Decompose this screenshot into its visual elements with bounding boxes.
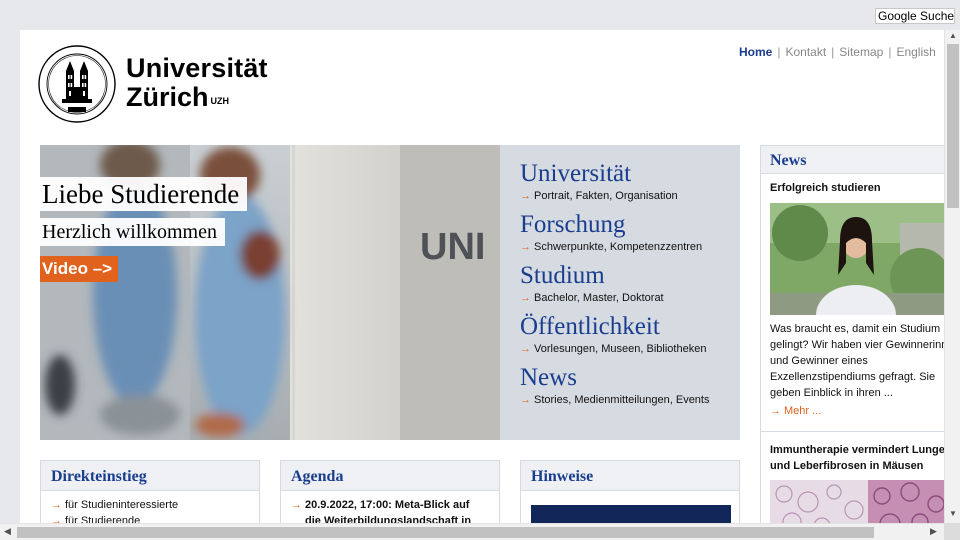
hero-wall-text: UNI — [420, 226, 485, 268]
agenda-line-text: 20.9.2022, 17:00: Meta-Blick auf — [305, 499, 470, 511]
topnav-separator: | — [777, 45, 781, 59]
topnav-separator: | — [831, 45, 835, 59]
category-subtitle-text: Bachelor, Master, Doktorat — [534, 292, 664, 304]
news-teaser-line: und Gewinner eines — [770, 355, 868, 367]
news-heading[interactable]: News — [761, 146, 944, 174]
category-subtitle-text: Portrait, Fakten, Organisation — [534, 190, 678, 202]
agenda-line: → 20.9.2022, 17:00: Meta-Blick auf — [291, 497, 499, 513]
direkteinstieg-item[interactable]: → für Studieninteressierte — [51, 497, 259, 513]
news-title-line: Immuntherapie vermindert Lungen- — [770, 444, 944, 456]
direkteinstieg-item-text: für Studierende — [65, 515, 141, 523]
news-item-title[interactable]: Immuntherapie vermindert Lungen- und Leb… — [761, 431, 944, 474]
news-more-text: Mehr ... — [784, 405, 822, 417]
arrow-right-icon: → — [291, 499, 302, 511]
google-search-input[interactable]: Google Suche — [875, 8, 955, 24]
direkteinstieg-box: Direkteinstieg → für Studieninteressierte… — [40, 460, 260, 523]
category-studium[interactable]: Studium → Bachelor, Master, Doktorat — [520, 262, 740, 305]
news-panel: News Erfolgreich studieren Was braucht e… — [760, 145, 944, 523]
agenda-entry[interactable]: → 20.9.2022, 17:00: Meta-Blick auf die We… — [281, 491, 499, 523]
scroll-up-icon[interactable]: ▲ — [949, 31, 957, 40]
category-title[interactable]: News — [520, 364, 740, 392]
category-subtitle[interactable]: → Bachelor, Master, Doktorat — [520, 291, 740, 305]
arrow-right-icon: → — [770, 405, 781, 417]
topnav-home[interactable]: Home — [739, 45, 772, 59]
logo-line-zuerich: Zürich UZH — [126, 83, 268, 112]
topnav-separator: | — [888, 45, 892, 59]
scroll-left-icon[interactable]: ◀ — [4, 526, 11, 537]
news-teaser-line: geben Einblick in ihren ... — [770, 387, 893, 399]
arrow-right-icon: → — [520, 292, 531, 304]
category-subtitle-text: Schwerpunkte, Kompetenzzentren — [534, 241, 703, 253]
news-photo — [770, 203, 944, 315]
topnav-kontakt[interactable]: Kontakt — [785, 45, 826, 59]
horizontal-scrollbar[interactable]: ◀ ▶ — [0, 523, 944, 540]
direkteinstieg-heading: Direkteinstieg — [41, 461, 259, 491]
direkteinstieg-item-text: für Studieninteressierte — [65, 499, 179, 511]
arrow-right-icon: → — [520, 343, 531, 355]
direkteinstieg-item[interactable]: → für Studierende — [51, 513, 259, 523]
microscopy-photo — [770, 480, 944, 523]
news-teaser-line: gelingt? Wir haben vier Gewinnerinnen — [770, 339, 944, 351]
university-seal-icon[interactable] — [38, 45, 116, 123]
news-title-line: und Leberfibrosen in Mäusen — [770, 460, 924, 472]
logo-line-universitaet: Universität — [126, 53, 268, 83]
arrow-right-icon: → — [51, 499, 62, 511]
agenda-heading[interactable]: Agenda — [281, 461, 499, 491]
news-item-image[interactable] — [770, 203, 944, 315]
category-title[interactable]: Forschung — [520, 211, 740, 239]
news-more-link[interactable]: → Mehr ... — [761, 401, 944, 419]
category-menu: Universität → Portrait, Fakten, Organisat… — [500, 145, 740, 440]
category-subtitle[interactable]: → Vorlesungen, Museen, Bibliotheken — [520, 342, 740, 356]
scroll-right-icon[interactable]: ▶ — [930, 526, 937, 537]
category-title[interactable]: Universität — [520, 160, 740, 188]
topnav-english[interactable]: English — [896, 45, 935, 59]
hero-subtitle: Herzlich willkommen — [40, 218, 225, 246]
hinweise-box: Hinweise — [520, 460, 740, 523]
university-wordmark[interactable]: Universität Zürich UZH — [126, 54, 268, 112]
arrow-right-icon: → — [520, 241, 531, 253]
hinweise-banner-image[interactable] — [531, 505, 731, 523]
category-forschung[interactable]: Forschung → Schwerpunkte, Kompetenzzentre… — [520, 211, 740, 254]
vertical-scroll-thumb[interactable] — [947, 44, 959, 208]
hero-banner[interactable]: UNI Liebe Studierende Herzlich willkomme… — [40, 145, 500, 440]
arrow-right-icon: → — [520, 394, 531, 406]
scrollbar-corner — [944, 523, 960, 540]
direkteinstieg-list: → für Studieninteressierte → für Studieren… — [41, 491, 259, 523]
vertical-scrollbar[interactable]: ▲ ▼ — [944, 30, 960, 523]
top-navigation: Home|Kontakt|Sitemap|English→ — [739, 45, 944, 59]
hinweise-heading: Hinweise — [521, 461, 739, 491]
category-news[interactable]: News → Stories, Medienmitteilungen, Event… — [520, 364, 740, 407]
logo-zuerich-text: Zürich — [126, 82, 209, 112]
page: Universität Zürich UZH Home | Kontakt | Sitem… — [20, 30, 944, 523]
category-subtitle[interactable]: → Schwerpunkte, Kompetenzzentren — [520, 240, 740, 254]
arrow-right-icon: → — [51, 515, 62, 523]
agenda-box: Agenda → 20.9.2022, 17:00: Meta-Blick auf… — [280, 460, 500, 523]
category-oeffentlichkeit[interactable]: Öffentlichkeit → Vorlesungen, Museen, Bib… — [520, 313, 740, 356]
news-teaser-line: Was braucht es, damit ein Studium — [770, 323, 941, 335]
scroll-down-icon[interactable]: ▼ — [949, 509, 957, 518]
category-subtitle-text: Stories, Medienmitteilungen, Events — [534, 394, 710, 406]
arrow-right-icon: → — [520, 190, 531, 202]
logo-uzh-badge: UZH — [210, 96, 230, 106]
category-subtitle-text: Vorlesungen, Museen, Bibliotheken — [534, 343, 707, 355]
news-item-teaser: Was braucht es, damit ein Studium geling… — [761, 315, 944, 401]
category-title[interactable]: Öffentlichkeit — [520, 313, 740, 341]
category-subtitle[interactable]: → Portrait, Fakten, Organisation — [520, 189, 740, 203]
agenda-line: die Weiterbildungslandschaft in — [305, 515, 472, 523]
category-subtitle[interactable]: → Stories, Medienmitteilungen, Events — [520, 393, 740, 407]
hero-title: Liebe Studierende — [40, 177, 248, 211]
hero-video-button[interactable]: Video –> — [40, 256, 119, 282]
topnav-sitemap[interactable]: Sitemap — [839, 45, 883, 59]
category-universitaet[interactable]: Universität → Portrait, Fakten, Organisat… — [520, 160, 740, 203]
news-item-title[interactable]: Erfolgreich studieren — [761, 180, 944, 197]
category-title[interactable]: Studium — [520, 262, 740, 290]
horizontal-scroll-thumb[interactable] — [17, 527, 874, 538]
news-teaser-line: Exzellenzstipendiums gefragt. Sie — [770, 371, 936, 383]
hinweise-body — [521, 491, 739, 523]
news-item-image[interactable] — [770, 480, 944, 523]
